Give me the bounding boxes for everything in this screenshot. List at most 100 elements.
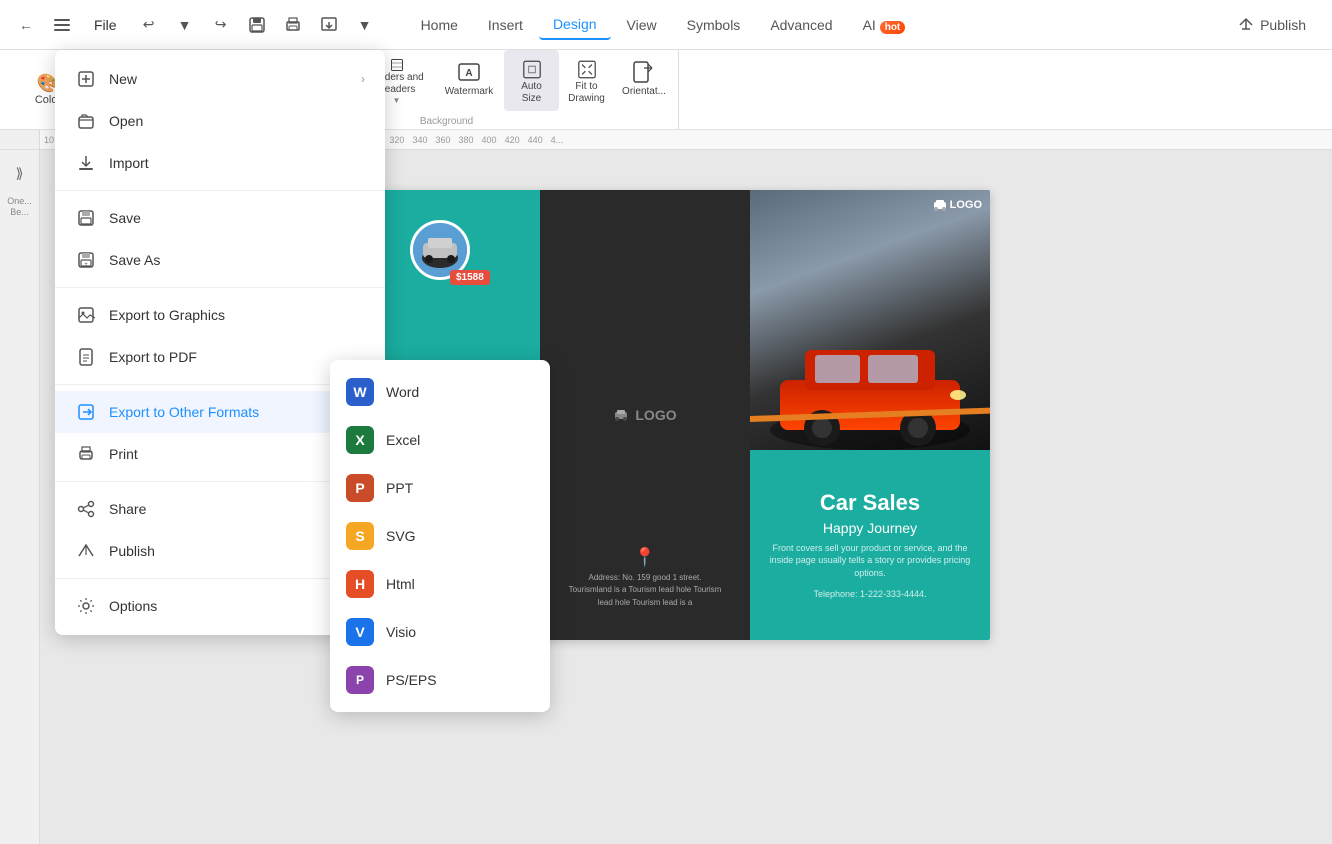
save-menu-icon — [75, 207, 97, 229]
fit-drawing-button[interactable]: Fit toDrawing — [559, 50, 614, 111]
menu-item-save[interactable]: Save — [55, 197, 385, 239]
print-button[interactable] — [279, 11, 307, 39]
address-block: 📍 Address: No. 159 good 1 street. Touris… — [550, 547, 740, 610]
export-graphics-icon — [75, 304, 97, 326]
orientation-button[interactable]: Orientat... — [614, 50, 674, 111]
submenu-item-ppt[interactable]: P PPT — [330, 464, 550, 512]
export-other-icon — [75, 401, 97, 423]
divider-2 — [55, 287, 385, 288]
submenu-item-pseps[interactable]: P PS/EPS — [330, 656, 550, 704]
menu-export-pdf-label: Export to PDF — [109, 349, 197, 365]
doc-panel-mid: LOGO 📍 Address: No. 159 good 1 street. T… — [540, 190, 750, 640]
svg-icon: S — [346, 522, 374, 550]
car-telephone: Telephone: 1-222-333-4444. — [813, 588, 926, 601]
export-other-submenu: W Word X Excel P PPT S SVG H Html V Visi… — [330, 360, 550, 712]
address-text: Address: No. 159 good 1 street. Tourisml… — [550, 572, 740, 610]
back-button[interactable]: ← — [12, 11, 40, 39]
ppt-icon: P — [346, 474, 374, 502]
export-pdf-icon — [75, 346, 97, 368]
ai-hot-badge: hot — [880, 21, 906, 34]
submenu-item-visio[interactable]: V Visio — [330, 608, 550, 656]
menu-icon[interactable] — [48, 11, 76, 39]
menu-publish-label: Publish — [109, 543, 155, 559]
submenu-item-excel[interactable]: X Excel — [330, 416, 550, 464]
redo-button[interactable]: ↪ — [207, 11, 235, 39]
publish-label: Publish — [1260, 17, 1306, 33]
fit-drawing-label: Fit toDrawing — [568, 81, 605, 105]
tab-design[interactable]: Design — [539, 10, 611, 40]
export-button[interactable] — [315, 11, 343, 39]
menu-item-open[interactable]: Open — [55, 100, 385, 142]
pseps-label: PS/EPS — [386, 672, 437, 688]
sidebar-left: ⟫ One... Be... — [0, 150, 40, 844]
submenu-item-svg[interactable]: S SVG — [330, 512, 550, 560]
menu-open-label: Open — [109, 113, 143, 129]
right-logo: LOGO — [933, 198, 982, 212]
car-sales-title: Car Sales — [820, 490, 920, 516]
html-icon: H — [346, 570, 374, 598]
watermark-label: Watermark — [445, 86, 494, 98]
orientation-label: Orientat... — [622, 86, 666, 98]
pseps-icon: P — [346, 666, 374, 694]
tab-symbols[interactable]: Symbols — [673, 11, 755, 39]
menu-import-label: Import — [109, 155, 149, 171]
menu-item-import[interactable]: Import — [55, 142, 385, 184]
logo-mid: LOGO — [613, 407, 676, 423]
menu-print-label: Print — [109, 446, 138, 462]
save-as-icon: + — [75, 249, 97, 271]
publish-button[interactable]: Publish — [1224, 11, 1320, 39]
file-menu-button[interactable]: File — [84, 13, 127, 37]
submenu-item-html[interactable]: H Html — [330, 560, 550, 608]
visio-label: Visio — [386, 624, 416, 640]
menu-new-arrow: › — [361, 72, 365, 86]
visio-icon: V — [346, 618, 374, 646]
ruler-corner — [0, 130, 40, 150]
car-photo-area: LOGO — [750, 190, 990, 450]
menu-options-label: Options — [109, 598, 157, 614]
auto-size-label: AutoSize — [521, 81, 542, 105]
print-menu-icon — [75, 443, 97, 465]
car-sales-subtitle: Happy Journey — [823, 520, 917, 536]
price-tag: $1588 — [450, 270, 490, 285]
tab-advanced[interactable]: Advanced — [756, 11, 846, 39]
new-icon — [75, 68, 97, 90]
options-icon — [75, 595, 97, 617]
undo-dropdown[interactable]: ▼ — [171, 11, 199, 39]
menu-item-export-graphics[interactable]: Export to Graphics — [55, 294, 385, 336]
menu-item-save-as[interactable]: + Save As — [55, 239, 385, 281]
import-icon — [75, 152, 97, 174]
watermark-button[interactable]: A Watermark — [434, 50, 504, 111]
svg-text:+: + — [84, 262, 88, 268]
menu-save-label: Save — [109, 210, 141, 226]
tab-home[interactable]: Home — [407, 11, 472, 39]
save-button[interactable] — [243, 11, 271, 39]
submenu-item-word[interactable]: W Word — [330, 368, 550, 416]
menu-save-as-label: Save As — [109, 252, 160, 268]
tab-ai[interactable]: AI hot — [849, 11, 920, 39]
tab-view[interactable]: View — [613, 11, 671, 39]
more-button[interactable]: ▼ — [351, 11, 379, 39]
publish-menu-icon — [75, 540, 97, 562]
html-label: Html — [386, 576, 415, 592]
undo-button[interactable]: ↩ — [135, 11, 163, 39]
doc-panel-right: LOGO — [750, 190, 990, 640]
svg-label: SVG — [386, 528, 416, 544]
menu-new-label: New — [109, 71, 137, 87]
menu-item-new[interactable]: New › — [55, 58, 385, 100]
file-label: File — [94, 17, 117, 33]
sidebar-expand-button[interactable]: ⟫ — [5, 158, 35, 188]
sidebar-panel-label: One... Be... — [7, 196, 32, 218]
excel-icon: X — [346, 426, 374, 454]
car-sales-description: Front covers sell your product or servic… — [760, 542, 980, 580]
menu-share-label: Share — [109, 501, 146, 517]
doc-bottom-right: Car Sales Happy Journey Front covers sel… — [750, 450, 990, 640]
nav-tabs: Home Insert Design View Symbols Advanced… — [407, 10, 920, 40]
menu-export-graphics-label: Export to Graphics — [109, 307, 225, 323]
excel-label: Excel — [386, 432, 420, 448]
share-icon — [75, 498, 97, 520]
borders-dropdown-icon: ▼ — [393, 96, 401, 105]
divider-1 — [55, 190, 385, 191]
ppt-label: PPT — [386, 480, 413, 496]
auto-size-button[interactable]: AutoSize — [504, 50, 559, 111]
tab-insert[interactable]: Insert — [474, 11, 537, 39]
